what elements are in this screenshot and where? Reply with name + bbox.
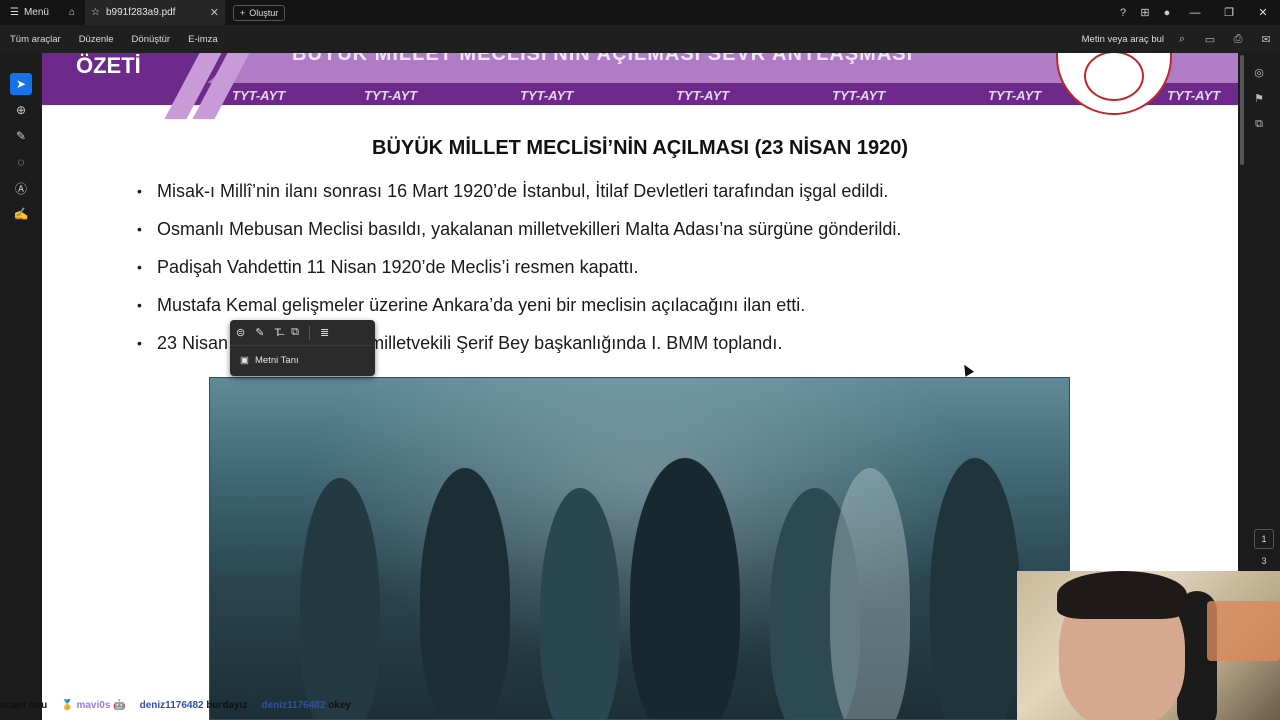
zoom-comment-icon[interactable]: ⊕ [10,99,32,121]
help-icon[interactable]: ? [1112,0,1134,25]
total-pages: 3 [1261,556,1267,566]
pen-icon[interactable]: ✎ [10,125,32,147]
bullet-text: Osmanlı Mebusan Meclisi basıldı, yakalan… [157,219,902,239]
strikethrough-icon[interactable]: T̶ [274,327,281,339]
menu-label: Menü [23,7,49,18]
all-tools-menu[interactable]: Tüm araçlar [0,34,69,45]
search-icon[interactable]: ⌕ [1168,33,1196,46]
create-button[interactable]: + Oluştur [232,4,286,21]
sign-icon[interactable]: ✍ [10,203,32,225]
current-page-field[interactable]: 1 [1254,529,1274,549]
chat-username-text: mavi0s [76,699,111,711]
print-icon[interactable]: ⎙ [1224,33,1252,46]
mail-icon[interactable]: ✉ [1252,33,1280,46]
avatar[interactable]: ● [1156,0,1178,25]
comment-icon[interactable]: ⊜ [236,326,245,339]
vertical-scrollbar[interactable] [1240,55,1244,165]
save-icon[interactable]: ▭ [1196,33,1224,46]
find-label[interactable]: Metin veya araç bul [1082,34,1168,45]
plus-icon: + [239,7,246,18]
title-bar: ☰ Menü ⌂ ☆ b991f283a9.pdf ✕ + Oluştur ? … [0,0,1280,25]
document-tab[interactable]: ☆ b991f283a9.pdf ✕ [84,0,225,25]
section-heading: BÜYÜK MİLLET MECLİSİ’NİN AÇILMASI (23 Nİ… [372,137,908,159]
list-item: • Padişah Vahdettin 11 Nisan 1920’de Mecl… [137,257,639,277]
convert-menu[interactable]: Dönüştür [122,34,179,45]
apps-grid-icon[interactable]: ⊞ [1134,0,1156,25]
create-label: Oluştur [249,7,279,18]
hamburger-icon: ☰ [10,7,19,18]
banner-tag: TYT-AYT [232,88,286,103]
esign-menu[interactable]: E-imza [178,34,226,45]
chat-username: 🏅 mavi0s 🤖 [61,699,126,711]
historical-photo [209,377,1070,720]
chat-username: deniz1176482 [261,699,326,711]
chat-message: burdayız [206,699,248,711]
home-button[interactable]: ⌂ [59,0,85,25]
banner-title: BÜYÜK MİLLET MECLİSİ'NİN AÇILMASI SEVR A… [292,53,914,65]
select-cursor-icon[interactable]: ➤ [10,73,32,95]
minimize-button[interactable]: — [1178,0,1212,25]
chat-line: deniz1176482 okey [261,700,351,711]
close-tab-icon[interactable]: ✕ [210,6,219,19]
bullet-text: Mustafa Kemal gelişmeler üzerine Ankara’… [157,295,806,315]
left-tool-rail: ➤ ⊕ ✎ ◌ Ⓐ ✍ [0,53,42,720]
ministry-seal-logo [1056,53,1172,115]
home-icon: ⌂ [68,7,75,18]
banner-tag: TYT-AYT [364,88,418,103]
tab-title: b991f283a9.pdf [105,7,176,18]
banner-tag: TYT-AYT [1167,88,1221,103]
list-item: • Misak-ı Millî’nin ilanı sonrası 16 Mart… [137,181,889,201]
chat-line: deniz1176482 burdayız [140,700,248,711]
menu-button[interactable]: ☰ Menü [0,0,59,25]
banner-tag: TYT-AYT [520,88,574,103]
restore-button[interactable]: ❐ [1212,0,1246,25]
close-window-button[interactable]: ✕ [1246,0,1280,25]
edit-text-icon[interactable]: ≣ [320,326,329,339]
bookmark-icon[interactable]: ⚑ [1238,85,1280,111]
comment-panel-icon[interactable]: ◎ [1238,59,1280,85]
recognize-text-label: Metni Tanı [254,354,299,366]
star-icon[interactable]: ☆ [91,7,100,18]
ocr-icon: ▣ [240,354,249,366]
chat-username: deniz1176482 [139,699,204,711]
chat-message: ocam onu [0,699,48,711]
banner-left-text: ÖZETİ [76,53,141,78]
webcam-overlay [1017,571,1280,720]
recognize-text-button[interactable]: ▣ Metni Tanı [230,346,375,374]
banner-tag: TYT-AYT [832,88,886,103]
lasso-icon[interactable]: ◌ [10,151,32,173]
banner-tag: TYT-AYT [988,88,1042,103]
main-toolbar: Tüm araçlar Düzenle Dönüştür E-imza Meti… [0,25,1280,53]
bullet-text: Misak-ı Millî’nin ilanı sonrası 16 Mart … [157,181,889,201]
copy-icon[interactable]: ⧉ [291,326,299,339]
chat-message: okey [328,699,351,711]
banner-tag: TYT-AYT [676,88,730,103]
pages-icon[interactable]: ⧉ [1238,111,1280,137]
highlight-icon[interactable]: ✎ [255,326,264,339]
bullet-text: Padişah Vahdettin 11 Nisan 1920’de Mecli… [157,257,639,277]
edit-menu[interactable]: Düzenle [69,34,122,45]
text-select-icon[interactable]: Ⓐ [10,177,32,199]
chat-overlay: ocam onu 🏅 mavi0s 🤖 deniz1176482 burdayı… [0,690,1020,720]
selection-popup: ⊜ ✎ T̶ ⧉ ≣ ▣ Metni Tanı [230,320,375,376]
list-item: • Osmanlı Mebusan Meclisi basıldı, yakala… [137,219,902,239]
